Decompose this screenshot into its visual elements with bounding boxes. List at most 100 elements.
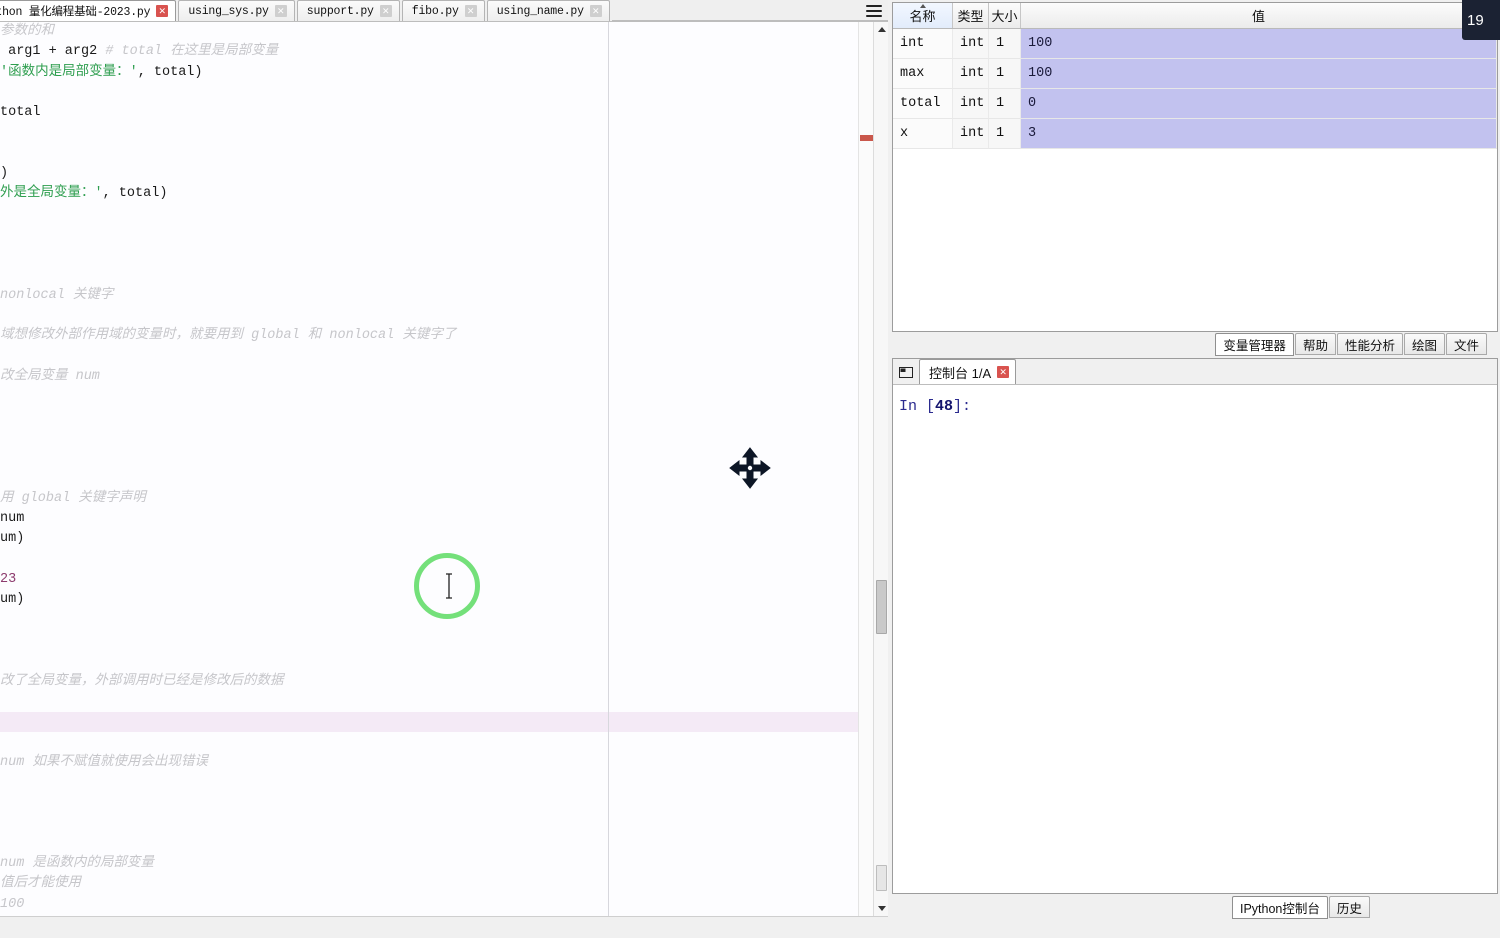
console-prompt: In [48]:: [899, 398, 971, 415]
editor-vertical-scrollbar[interactable]: [873, 22, 888, 916]
code-editor[interactable]: 参数的和 arg1 + arg2 # total 在这里是局部变量 '函数内是局部…: [0, 22, 858, 916]
code-line: nonlocal 关键字: [0, 286, 858, 306]
code-token: # total 在这里是局部变量: [105, 44, 279, 60]
variable-column-header[interactable]: 名称: [893, 3, 953, 28]
code-line: 改了全局变量，外部调用时已经是修改后的数据: [0, 672, 858, 692]
code-line: 改全局变量 num: [0, 367, 858, 387]
code-token: 23: [0, 572, 17, 588]
code-token: 改全局变量 num: [0, 369, 100, 385]
code-line: um): [0, 590, 858, 610]
variable-column-label: 值: [1251, 9, 1265, 24]
sort-caret-icon: [919, 4, 926, 8]
variable-explorer-tab[interactable]: 绘图: [1403, 333, 1445, 355]
spyder-window: Python 量化编程基础-2023.py✕using_sys.py✕suppo…: [0, 0, 1500, 938]
variable-row[interactable]: total int 1 0: [893, 89, 1497, 119]
editor-tab[interactable]: fibo.py ✕: [401, 0, 485, 21]
variable-row[interactable]: max int 1 100: [893, 59, 1497, 89]
prompt-suffix: ]:: [953, 398, 972, 415]
code-token: um): [0, 592, 25, 608]
variable-cell-name: max: [893, 59, 953, 89]
editor-tab[interactable]: Python 量化编程基础-2023.py ✕: [0, 0, 177, 21]
code-line: 参数的和: [0, 22, 858, 42]
close-icon[interactable]: ✕: [156, 5, 169, 17]
scrollbar-thumb[interactable]: [876, 580, 887, 634]
close-icon[interactable]: ✕: [379, 5, 392, 17]
editor-tab[interactable]: using_name.py ✕: [486, 0, 610, 21]
variable-column-header[interactable]: 类型: [953, 3, 989, 28]
close-icon[interactable]: ✕: [997, 366, 1010, 378]
variable-cell-value: 0: [1021, 89, 1497, 119]
console-bottom-tab[interactable]: 历史: [1328, 896, 1370, 918]
window-pane-icon[interactable]: [897, 362, 915, 382]
code-line: total: [0, 103, 858, 123]
console-output[interactable]: In [48]:: [893, 386, 1497, 893]
triangle-down-icon[interactable]: [874, 901, 889, 916]
code-line: [0, 712, 858, 733]
variable-cell-value: 100: [1021, 29, 1497, 59]
variable-table-header: 名称 类型 大小 值: [893, 3, 1497, 29]
ipython-console-panel: 控制台 1/A ✕ In [48]:: [892, 358, 1498, 894]
code-token: '函数内是局部变量：': [0, 64, 138, 80]
variable-explorer-tab[interactable]: 文件: [1445, 333, 1487, 355]
console-bottom-tab-bar: IPython控制台 历史: [892, 896, 1498, 919]
variable-explorer-tab-label: 变量管理器: [1223, 339, 1286, 353]
variable-explorer-tab-label: 帮助: [1302, 338, 1328, 353]
prompt-prefix: In [: [899, 398, 936, 415]
variable-cell-name: int: [893, 29, 953, 59]
variable-explorer-tab[interactable]: 帮助: [1294, 333, 1336, 355]
close-icon[interactable]: ✕: [589, 5, 602, 17]
variable-row[interactable]: x int 1 3: [893, 119, 1497, 149]
hamburger-menu-icon[interactable]: [864, 3, 884, 19]
editor-marker[interactable]: [860, 135, 873, 141]
variable-explorer-tab[interactable]: 变量管理器: [1215, 333, 1294, 356]
variable-column-header[interactable]: 大小: [989, 3, 1021, 28]
editor-tab[interactable]: using_sys.py ✕: [178, 0, 295, 21]
variable-cell-size: 1: [989, 59, 1021, 89]
scrollbar-thumb-secondary[interactable]: [876, 865, 887, 891]
code-token: 值后才能使用: [0, 876, 81, 892]
console-bottom-tab-label: 历史: [1336, 901, 1362, 916]
editor-tab[interactable]: support.py ✕: [296, 0, 400, 21]
console-tab[interactable]: 控制台 1/A ✕: [919, 359, 1017, 384]
variable-column-label: 大小: [991, 9, 1018, 24]
code-token: , total): [102, 186, 168, 202]
console-tab-bar: 控制台 1/A ✕: [893, 359, 1497, 385]
variable-cell-type: int: [953, 89, 989, 119]
variable-row[interactable]: int int 1 100: [893, 29, 1497, 59]
variable-cell-size: 1: [989, 89, 1021, 119]
variable-cell-type: int: [953, 119, 989, 149]
variable-explorer-tab-label: 性能分析: [1344, 338, 1395, 353]
code-token: arg1 + arg2: [0, 44, 106, 60]
code-line: '函数内是局部变量：', total): [0, 63, 858, 83]
code-token: 改了全局变量，外部调用时已经是修改后的数据: [0, 673, 284, 689]
editor-marker-strip[interactable]: [858, 22, 873, 916]
variable-explorer-tab[interactable]: 性能分析: [1336, 333, 1403, 355]
code-line: 外是全局变量：', total): [0, 184, 858, 204]
editor-tab-label: using_name.py: [496, 4, 584, 18]
variable-column-label: 类型: [957, 9, 984, 24]
variable-column-header[interactable]: 值: [1021, 3, 1497, 28]
code-token: num: [0, 511, 25, 527]
variable-cell-type: int: [953, 59, 989, 89]
triangle-up-icon[interactable]: [874, 22, 889, 37]
close-icon[interactable]: ✕: [274, 5, 287, 17]
close-icon[interactable]: ✕: [464, 5, 477, 17]
editor-horizontal-scrollbar[interactable]: [0, 916, 888, 938]
code-token: num 是函数内的局部变量: [0, 856, 154, 872]
code-token: 参数的和: [0, 24, 54, 39]
code-line: ): [0, 164, 858, 184]
variable-cell-type: int: [953, 29, 989, 59]
console-bottom-tab[interactable]: IPython控制台: [1232, 896, 1328, 919]
